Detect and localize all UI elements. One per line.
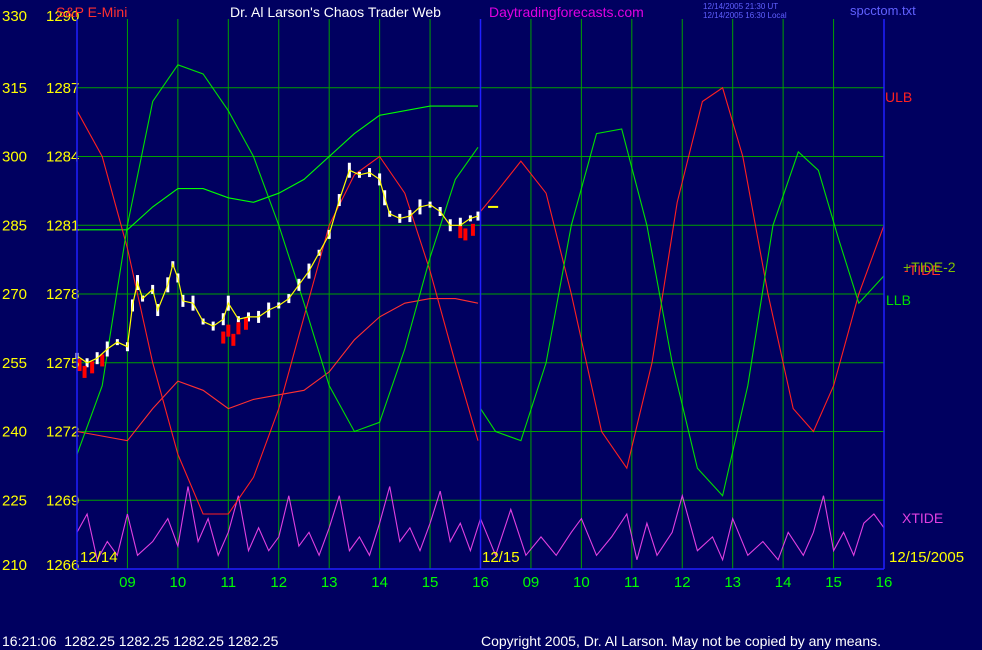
site-url[interactable]: Daytradingforecasts.com	[489, 4, 644, 20]
osc-tick-label: 300	[2, 149, 27, 166]
hour-tick-label: 14	[371, 574, 388, 591]
hour-tick-label: 15	[825, 574, 842, 591]
hour-tick-label: 09	[523, 574, 540, 591]
site-title: Dr. Al Larson's Chaos Trader Web	[230, 4, 441, 20]
hour-tick-label: 14	[775, 574, 792, 591]
price-tick-label: 1287	[46, 80, 79, 97]
price-tick-label: 1272	[46, 424, 79, 441]
osc-tick-label: 225	[2, 492, 27, 509]
date-label-next: 12/15	[482, 549, 520, 566]
hour-tick-label: 10	[170, 574, 187, 591]
osc-tick-label: 330	[2, 8, 27, 25]
date-label-start: 12/14	[80, 549, 118, 566]
chart-canvas: 330 1290315 1287300 1284285 1281270 1278255 12…	[0, 0, 982, 650]
hour-tick-label: 10	[573, 574, 590, 591]
hour-tick-label: 11	[624, 574, 640, 591]
price-tick-label: 1269	[46, 492, 79, 509]
chart-title: S&P E-Mini	[56, 4, 127, 20]
price-tick-label: 1281	[46, 217, 79, 234]
price-tick-label: 1284	[46, 149, 79, 166]
hour-tick-label: 15	[422, 574, 439, 591]
footer-copyright: Copyright 2005, Dr. Al Larson. May not b…	[481, 633, 881, 649]
timestamp-local: 12/14/2005 16:30 Local	[703, 11, 787, 20]
price-tick-label: 1266	[46, 557, 79, 574]
hour-tick-label: 16	[876, 574, 893, 591]
hour-tick-label: 13	[724, 574, 741, 591]
label-llb: LLB	[886, 292, 911, 308]
timestamp-ut: 12/14/2005 21:30 UT	[703, 2, 778, 11]
hour-tick-label: 16	[472, 574, 489, 591]
hour-tick-label: 12	[270, 574, 287, 591]
price-tick-label: 1275	[46, 355, 79, 372]
price-tick-label: 1278	[46, 286, 79, 303]
osc-tick-label: 315	[2, 80, 27, 97]
data-file-name: spcctom.txt	[850, 3, 916, 18]
osc-tick-label: 240	[2, 424, 27, 441]
hour-tick-label: 09	[119, 574, 136, 591]
osc-tick-label: 210	[2, 557, 27, 574]
osc-tick-label: 270	[2, 286, 27, 303]
label-ulb: ULB	[885, 89, 912, 105]
osc-tick-label: 255	[2, 355, 27, 372]
osc-tick-label: 285	[2, 217, 27, 234]
hour-tick-label: 13	[321, 574, 338, 591]
hour-tick-label: 12	[674, 574, 691, 591]
footer-quote: 16:21:06 1282.25 1282.25 1282.25 1282.25	[2, 633, 279, 649]
date-label-end: 12/15/2005	[889, 549, 964, 566]
hour-tick-label: 11	[221, 574, 237, 591]
label-tide-2: +TIDE-2	[903, 259, 956, 275]
label-xtide: XTIDE	[902, 510, 943, 526]
